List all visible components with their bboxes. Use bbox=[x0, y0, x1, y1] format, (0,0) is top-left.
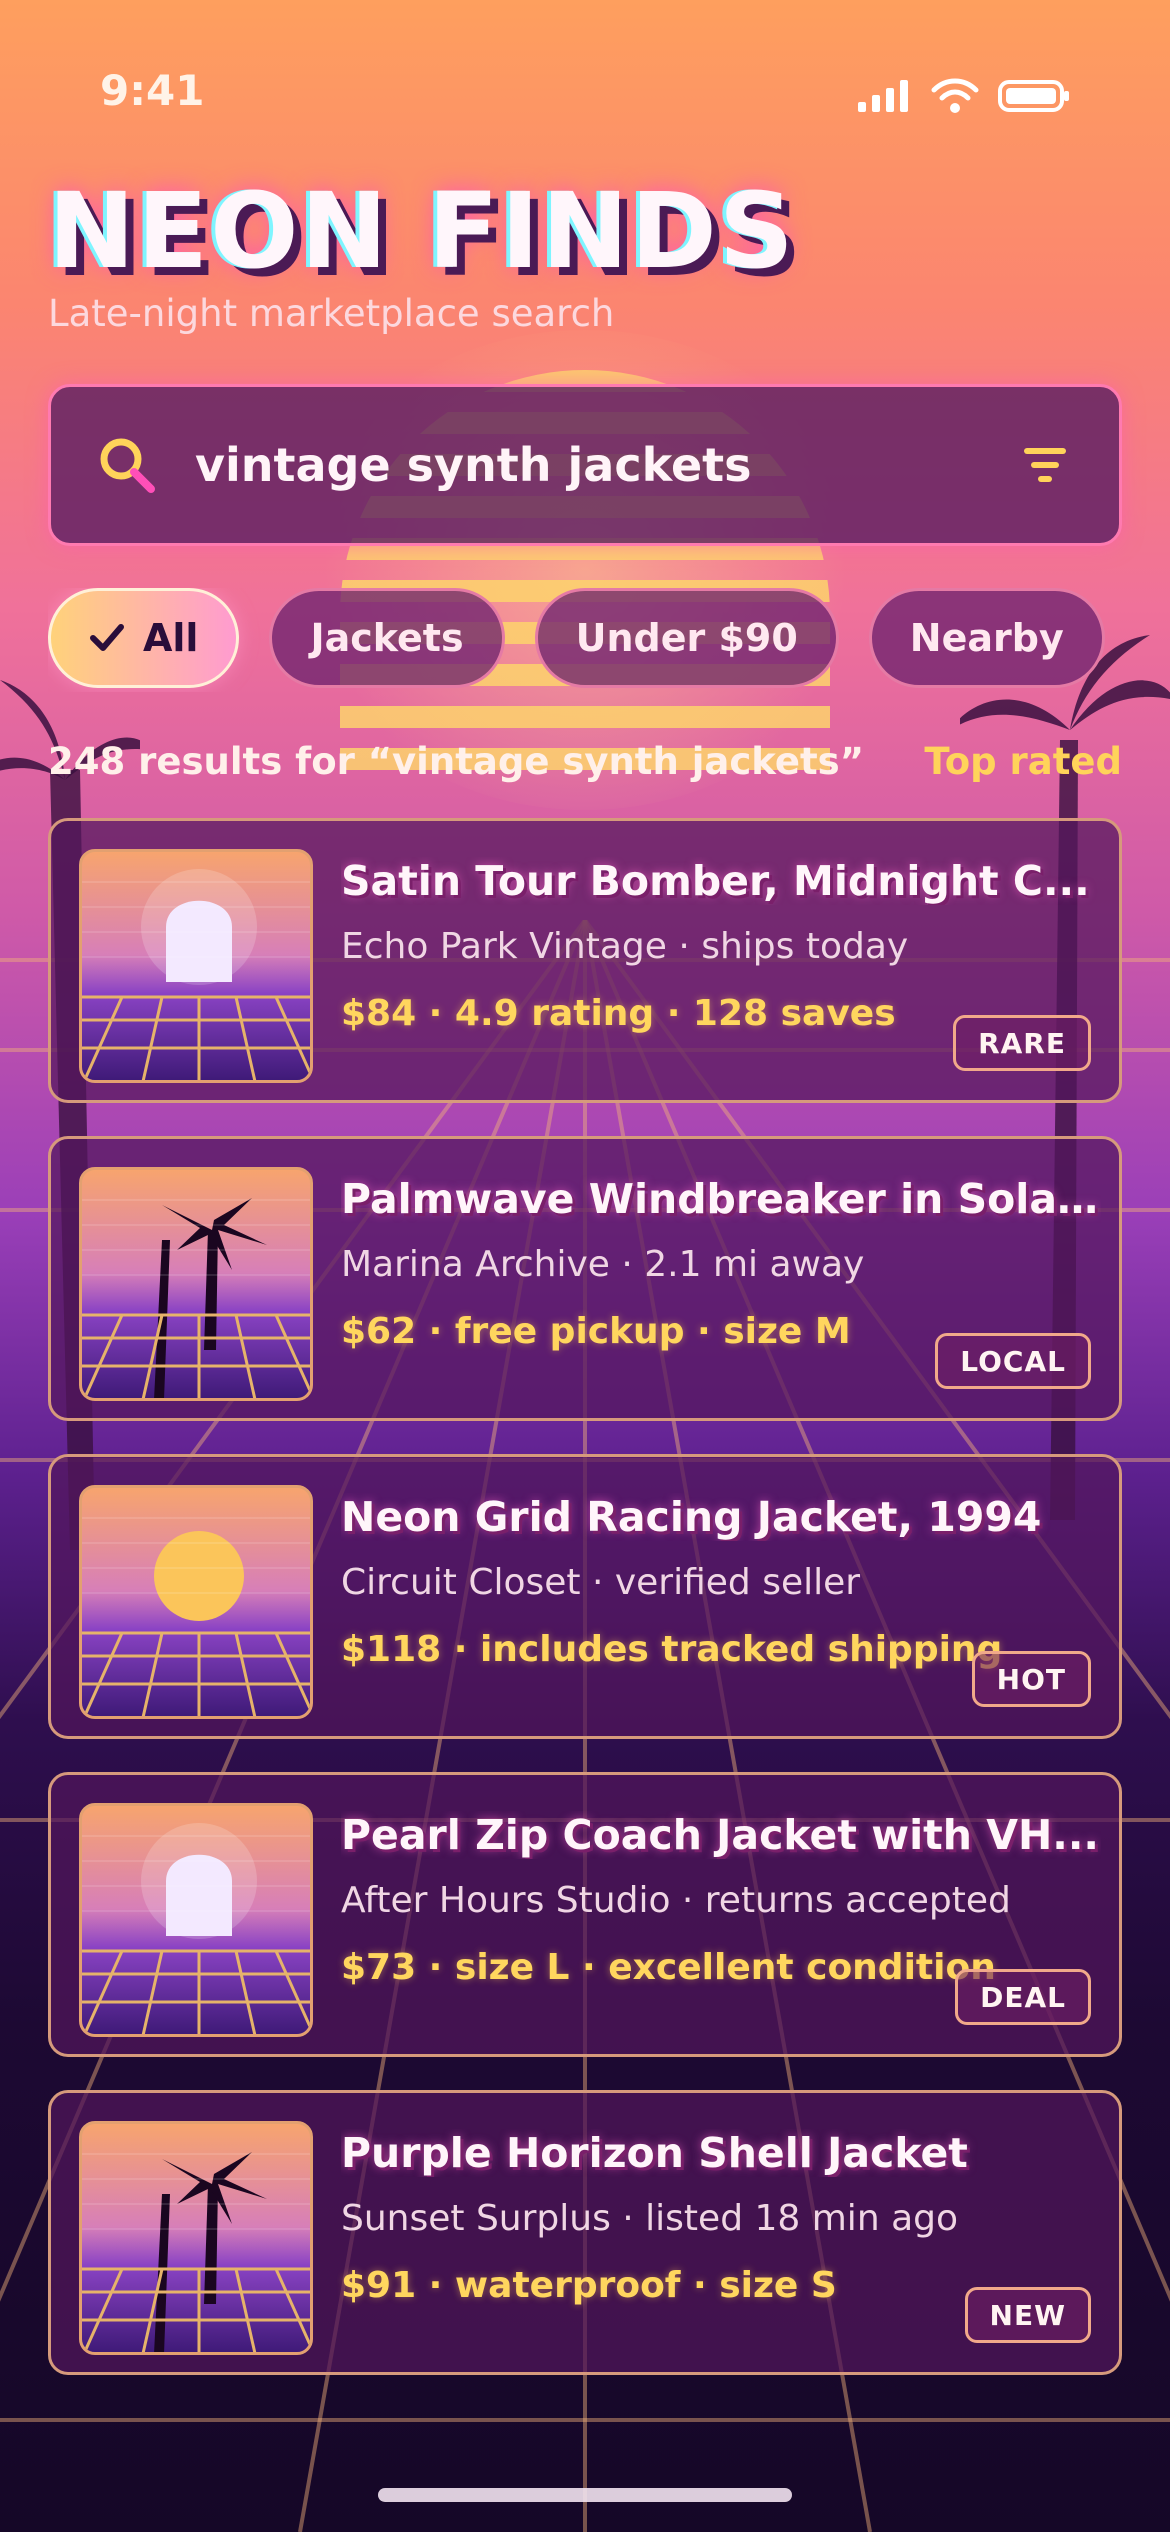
listing-badge: LOCAL bbox=[935, 1333, 1091, 1389]
results-summary: 248 results for “vintage synth jackets” bbox=[48, 740, 865, 783]
filter-chips: All Jackets Under $90 Nearby N bbox=[48, 588, 1122, 692]
chip-label: Nearby bbox=[909, 616, 1064, 660]
chip-label: All bbox=[143, 616, 199, 660]
palm-tree-icon bbox=[82, 1198, 310, 1398]
chip-label: Jackets bbox=[310, 616, 464, 660]
listing-price-details: $118 · includes tracked shipping bbox=[341, 1629, 1003, 1670]
search-input[interactable]: vintage synth jackets bbox=[195, 438, 1015, 492]
listing-title: Neon Grid Racing Jacket, 1994 bbox=[341, 1493, 1042, 1541]
listing-card-palmwave-windbreaker[interactable]: Palmwave Windbreaker in Sola... Marina Ar… bbox=[48, 1136, 1122, 1421]
listing-seller-meta: Marina Archive · 2.1 mi away bbox=[341, 1244, 865, 1285]
listing-price-details: $73 · size L · excellent condition bbox=[341, 1947, 996, 1988]
chip-nearby[interactable]: Nearby bbox=[868, 588, 1105, 688]
listing-card-pearl-zip-coach-jacket[interactable]: Pearl Zip Coach Jacket with VH... After H… bbox=[48, 1772, 1122, 2057]
listing-title: Purple Horizon Shell Jacket bbox=[341, 2129, 968, 2177]
listing-title: Satin Tour Bomber, Midnight C... bbox=[341, 857, 1090, 905]
listing-price-details: $91 · waterproof · size S bbox=[341, 2265, 837, 2306]
listing-card-neon-grid-racing-jacket[interactable]: Neon Grid Racing Jacket, 1994 Circuit Clo… bbox=[48, 1454, 1122, 1739]
palm-tree-icon bbox=[82, 2152, 310, 2352]
jacket-silhouette-icon bbox=[82, 1823, 310, 2034]
listing-title: Palmwave Windbreaker in Sola... bbox=[341, 1175, 1101, 1223]
sort-top-rated[interactable]: Top rated bbox=[924, 740, 1122, 783]
listing-title: Pearl Zip Coach Jacket with VH... bbox=[341, 1811, 1099, 1859]
check-icon bbox=[90, 624, 124, 651]
listing-price-details: $62 · free pickup · size M bbox=[341, 1311, 851, 1352]
filter-icon bbox=[1024, 448, 1066, 482]
filter-button[interactable] bbox=[1015, 435, 1075, 495]
status-icons bbox=[856, 78, 1070, 114]
home-indicator[interactable] bbox=[378, 2488, 792, 2502]
listing-badge: HOT bbox=[971, 1651, 1091, 1707]
wifi-icon bbox=[931, 78, 979, 113]
listing-seller-meta: Echo Park Vintage · ships today bbox=[341, 926, 909, 967]
sunset-icon bbox=[82, 1517, 310, 1716]
chip-jackets[interactable]: Jackets bbox=[269, 588, 505, 688]
listing-price-details: $84 · 4.9 rating · 128 saves bbox=[341, 993, 896, 1034]
listing-thumbnail bbox=[79, 849, 313, 1083]
listing-badge: NEW bbox=[964, 2287, 1091, 2343]
chip-label: Under $90 bbox=[575, 616, 798, 660]
battery-icon bbox=[998, 80, 1069, 112]
listing-thumbnail bbox=[79, 1485, 313, 1719]
status-time: 9:41 bbox=[100, 66, 205, 115]
search-icon bbox=[100, 438, 155, 493]
listing-seller-meta: Circuit Closet · verified seller bbox=[341, 1562, 861, 1603]
app-subtitle: Late-night marketplace search bbox=[48, 292, 615, 335]
search-bar[interactable]: vintage synth jackets bbox=[48, 384, 1122, 546]
chip-under-90[interactable]: Under $90 bbox=[534, 588, 839, 688]
listing-seller-meta: After Hours Studio · returns accepted bbox=[341, 1880, 1011, 1921]
listing-seller-meta: Sunset Surplus · listed 18 min ago bbox=[341, 2198, 959, 2239]
app-title: NEON FINDS bbox=[48, 170, 796, 292]
listing-thumbnail bbox=[79, 1803, 313, 2037]
listing-badge: DEAL bbox=[955, 1969, 1091, 2025]
cellular-signal-icon bbox=[858, 80, 908, 112]
listing-card-satin-tour-bomber[interactable]: Satin Tour Bomber, Midnight C... Echo Par… bbox=[48, 818, 1122, 1103]
jacket-silhouette-icon bbox=[82, 869, 310, 1080]
listing-badge: RARE bbox=[953, 1015, 1091, 1071]
listing-thumbnail bbox=[79, 2121, 313, 2355]
listing-thumbnail bbox=[79, 1167, 313, 1401]
listing-card-purple-horizon-shell-jacket[interactable]: Purple Horizon Shell Jacket Sunset Surplu… bbox=[48, 2090, 1122, 2375]
chip-all[interactable]: All bbox=[48, 588, 240, 688]
